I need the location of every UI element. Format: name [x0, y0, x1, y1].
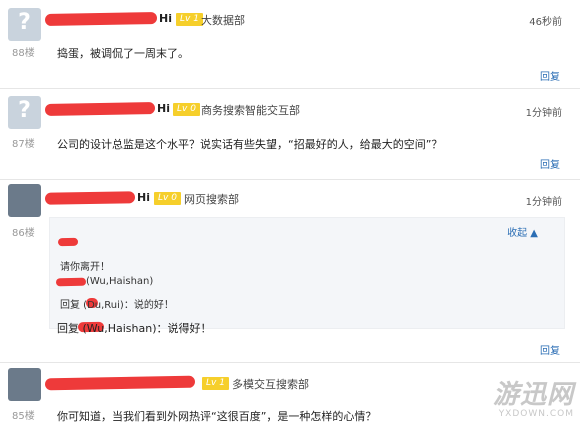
post-content: 公司的设计总监是这个水平？说实话有些失望，“招最好的人，给最大的空间”？ [57, 138, 443, 151]
department[interactable]: 商务搜索智能交互部 [201, 102, 300, 118]
reply-button[interactable]: 回复 [540, 68, 560, 83]
sub-reply: 请你离开！ [60, 262, 110, 273]
floor-number: 87楼 [12, 139, 35, 150]
avatar[interactable] [8, 368, 41, 401]
redacted-username [44, 375, 196, 391]
redacted-username [44, 102, 156, 116]
level-badge: Lv 1 [202, 377, 229, 390]
reply-button[interactable]: 回复 [540, 156, 560, 171]
avatar[interactable]: ? [8, 96, 41, 129]
floor-number: 86楼 [12, 228, 35, 239]
watermark-url: YXDOWN.COM [498, 409, 574, 419]
timestamp: 46秒前 [529, 17, 562, 28]
department[interactable]: 大数据部 [201, 12, 245, 28]
reply-button[interactable]: 回复 [540, 342, 560, 357]
collapse-button[interactable]: 收起 ▲ [507, 224, 538, 239]
avatar[interactable] [8, 184, 41, 217]
floor-number: 85楼 [12, 411, 35, 422]
hi-label[interactable]: Hi [137, 191, 150, 204]
timestamp: 1分钟前 [525, 197, 562, 208]
post-content: 回复 (Wu,Haishan)：说得好！ [57, 322, 212, 335]
avatar[interactable]: ? [8, 8, 41, 41]
watermark-logo: 游迅网 [492, 380, 574, 410]
hi-label[interactable]: Hi [159, 12, 172, 25]
department[interactable]: 网页搜索部 [184, 191, 239, 207]
redacted-username [44, 12, 158, 26]
redacted-username [55, 277, 87, 287]
floor-number: 88楼 [12, 48, 35, 59]
sub-reply: 回复 (Du,Rui)：说的好！ [60, 300, 174, 311]
level-badge: Lv 1 [176, 13, 203, 26]
hi-label[interactable]: Hi [157, 102, 170, 115]
post-content: 你可知道，当我们看到外网热评“这很百度”，是一种怎样的心情？ [57, 410, 377, 423]
sub-reply-box: 收起 ▲ 请你离开！ (Wu,Haishan) 回复 (Du,Rui)：说的好！ [49, 217, 565, 329]
sub-reply: (Wu,Haishan) [86, 276, 154, 287]
level-badge: Lv 0 [173, 103, 200, 116]
redacted-username [57, 237, 79, 247]
timestamp: 1分钟前 [525, 108, 562, 119]
post-88: ? Hi Lv 1 大数据部 46秒前 88楼 捣蛋，被调侃了一周末了。 回复 [0, 0, 580, 88]
redacted-username [44, 191, 136, 205]
department[interactable]: 多模交互搜索部 [232, 376, 309, 392]
post-86: Hi Lv 0 网页搜索部 1分钟前 86楼 收起 ▲ 请你离开！ (Wu,Ha… [0, 179, 580, 362]
level-badge: Lv 0 [154, 192, 181, 205]
post-87: ? Hi Lv 0 商务搜索智能交互部 1分钟前 87楼 公司的设计总监是这个水… [0, 88, 580, 179]
post-content: 捣蛋，被调侃了一周末了。 [57, 47, 189, 60]
